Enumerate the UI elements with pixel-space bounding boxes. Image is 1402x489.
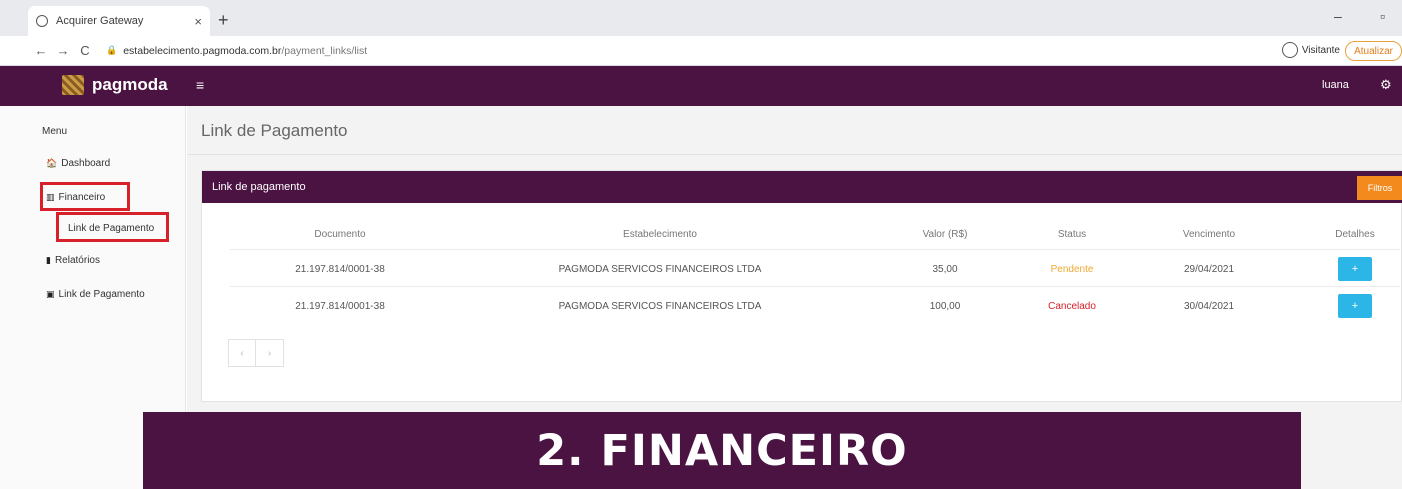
forward-icon[interactable]: →	[52, 43, 74, 58]
cell-valor: 100,00	[929, 301, 961, 312]
filter-button[interactable]: Filtros	[1357, 176, 1402, 200]
url-field[interactable]: 🔒 estabelecimento.pagmoda.com.br/payment…	[106, 45, 367, 57]
card-title: Link de pagamento	[212, 181, 306, 193]
logo-text: pagmoda	[92, 75, 168, 94]
sidebar-item-relatorios[interactable]: ▮ Relatórios	[46, 255, 100, 266]
cell-estabelecimento: PAGMODA SERVICOS FINANCEIROS LTDA	[558, 264, 762, 275]
menu-toggle-icon[interactable]: ≡	[196, 77, 204, 93]
column-header[interactable]: Status	[1058, 229, 1086, 240]
prev-page-button[interactable]: ‹	[228, 339, 256, 367]
column-header[interactable]: Detalhes	[1335, 229, 1374, 240]
globe-icon	[36, 15, 48, 27]
reload-icon[interactable]: C	[74, 43, 96, 58]
cell-documento: 21.197.814/0001-38	[295, 264, 385, 275]
update-button[interactable]: Atualizar	[1345, 41, 1402, 61]
user-name[interactable]: luana	[1322, 79, 1349, 91]
sidebar-item-financeiro[interactable]: ▥ Financeiro	[46, 192, 105, 203]
cell-vencimento: 29/04/2021	[1183, 264, 1235, 275]
back-icon[interactable]: ←	[30, 43, 52, 58]
lock-icon: 🔒	[106, 45, 118, 55]
section-banner: 2. FINANCEIRO	[143, 412, 1301, 489]
card-header: Link de pagamento Filtros	[202, 171, 1402, 203]
browser-tab[interactable]: Acquirer Gateway ×	[28, 6, 210, 36]
tab-title: Acquirer Gateway	[56, 15, 144, 27]
page-title: Link de Pagamento	[201, 121, 348, 140]
url-path: /payment_links/list	[281, 44, 368, 57]
profile-label: Visitante	[1301, 44, 1340, 56]
status-badge: Cancelado	[1048, 301, 1096, 312]
row-divider	[230, 249, 1400, 250]
sidebar-item-label: Relatórios	[54, 255, 100, 266]
status-badge: Pendente	[1050, 264, 1094, 275]
sidebar-item-label: Dashboard	[61, 158, 111, 169]
sidebar-item-label: Financeiro	[58, 192, 106, 203]
maximize-icon[interactable]: ▫	[1380, 8, 1385, 24]
column-header[interactable]: Vencimento	[1183, 229, 1235, 240]
profile-button[interactable]: Visitante	[1281, 42, 1340, 58]
cell-vencimento: 30/04/2021	[1183, 301, 1235, 312]
close-tab-icon[interactable]: ×	[194, 14, 202, 29]
cell-estabelecimento: PAGMODA SERVICOS FINANCEIROS LTDA	[558, 301, 762, 312]
divider	[187, 154, 1402, 155]
card-icon: ▣	[46, 289, 55, 299]
bank-icon: ▥	[46, 192, 55, 202]
column-header[interactable]: Documento	[314, 229, 365, 240]
browser-tab-bar: Acquirer Gateway × + – ▫	[0, 0, 1402, 36]
pagination: ‹ ›	[228, 339, 284, 367]
details-button[interactable]: +	[1338, 257, 1372, 281]
next-page-button[interactable]: ›	[256, 339, 284, 367]
minimize-icon[interactable]: –	[1334, 8, 1342, 24]
gear-icon[interactable]: ⚙	[1380, 77, 1392, 93]
sidebar-item-dashboard[interactable]: 🏠 Dashboard	[46, 158, 110, 169]
new-tab-button[interactable]: +	[218, 10, 229, 31]
home-icon: 🏠	[46, 158, 58, 168]
sidebar-item-label: Link de Pagamento	[58, 289, 145, 300]
details-button[interactable]: +	[1338, 294, 1372, 318]
app-header: pagmoda ≡ luana ⚙	[0, 66, 1402, 106]
row-divider	[230, 286, 1400, 287]
file-icon: ▮	[46, 255, 51, 265]
column-header[interactable]: Estabelecimento	[623, 229, 697, 240]
column-header[interactable]: Valor (R$)	[923, 229, 968, 240]
address-bar: ← → C 🔒 estabelecimento.pagmoda.com.br/p…	[0, 36, 1402, 66]
sidebar-subitem-link-pagamento[interactable]: Link de Pagamento	[68, 223, 154, 234]
url-host: estabelecimento.pagmoda.com.br	[123, 44, 282, 57]
sidebar-item-label: Link de Pagamento	[68, 223, 155, 234]
logo-mark-icon	[62, 75, 84, 95]
cell-documento: 21.197.814/0001-38	[295, 301, 385, 312]
profile-icon	[1281, 42, 1298, 58]
logo[interactable]: pagmoda	[62, 75, 168, 95]
sidebar-title: Menu	[42, 126, 68, 137]
sidebar-item-link-de-pagamento[interactable]: ▣ Link de Pagamento	[46, 289, 145, 300]
payment-links-card: Link de pagamento Filtros Documento Esta…	[201, 170, 1402, 402]
cell-valor: 35,00	[932, 264, 958, 275]
